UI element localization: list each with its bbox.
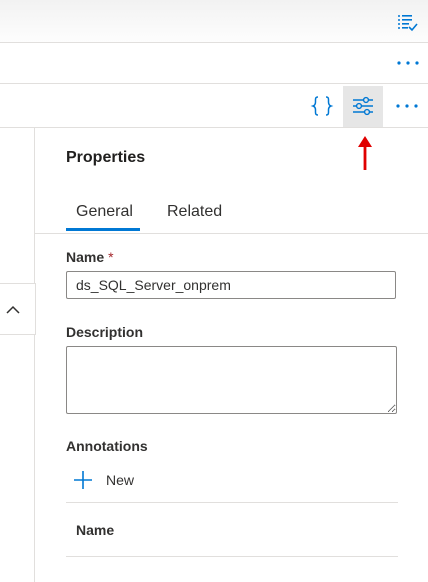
description-label: Description <box>66 324 144 340</box>
name-label-text: Name <box>66 249 105 265</box>
description-textarea[interactable] <box>66 346 397 414</box>
annotations-column-header-name: Name <box>76 522 115 538</box>
name-input[interactable] <box>66 271 396 299</box>
plus-icon <box>74 471 92 489</box>
properties-title: Properties <box>66 149 146 166</box>
app-frame: Properties General Related Name* Descrip… <box>0 0 428 582</box>
chevron-up-icon <box>6 305 20 314</box>
tab-general[interactable]: General <box>76 203 133 221</box>
annotations-divider <box>66 502 398 503</box>
collapse-panel-button[interactable] <box>0 283 36 335</box>
annotations-header-divider <box>66 556 398 557</box>
new-annotation-button[interactable]: New <box>72 466 134 494</box>
top-bar <box>0 0 428 43</box>
left-collapsed-panel <box>0 128 35 582</box>
annotations-label: Annotations <box>66 438 148 454</box>
more-horizontal-icon[interactable] <box>394 96 420 116</box>
list-check-icon[interactable] <box>396 12 418 32</box>
required-marker: * <box>108 249 114 265</box>
properties-toggle-button[interactable] <box>343 86 383 127</box>
tab-selected-indicator <box>66 228 140 231</box>
braces-icon[interactable] <box>309 93 335 119</box>
properties-sliders-icon <box>353 96 373 116</box>
name-field-label: Name * <box>66 249 114 265</box>
new-annotation-label: New <box>106 472 135 488</box>
properties-tabs: General Related <box>35 195 428 234</box>
secondary-toolbar <box>0 43 428 84</box>
more-horizontal-icon[interactable] <box>395 53 421 73</box>
red-arrow-annotation <box>357 136 373 177</box>
tab-related[interactable]: Related <box>167 203 222 221</box>
